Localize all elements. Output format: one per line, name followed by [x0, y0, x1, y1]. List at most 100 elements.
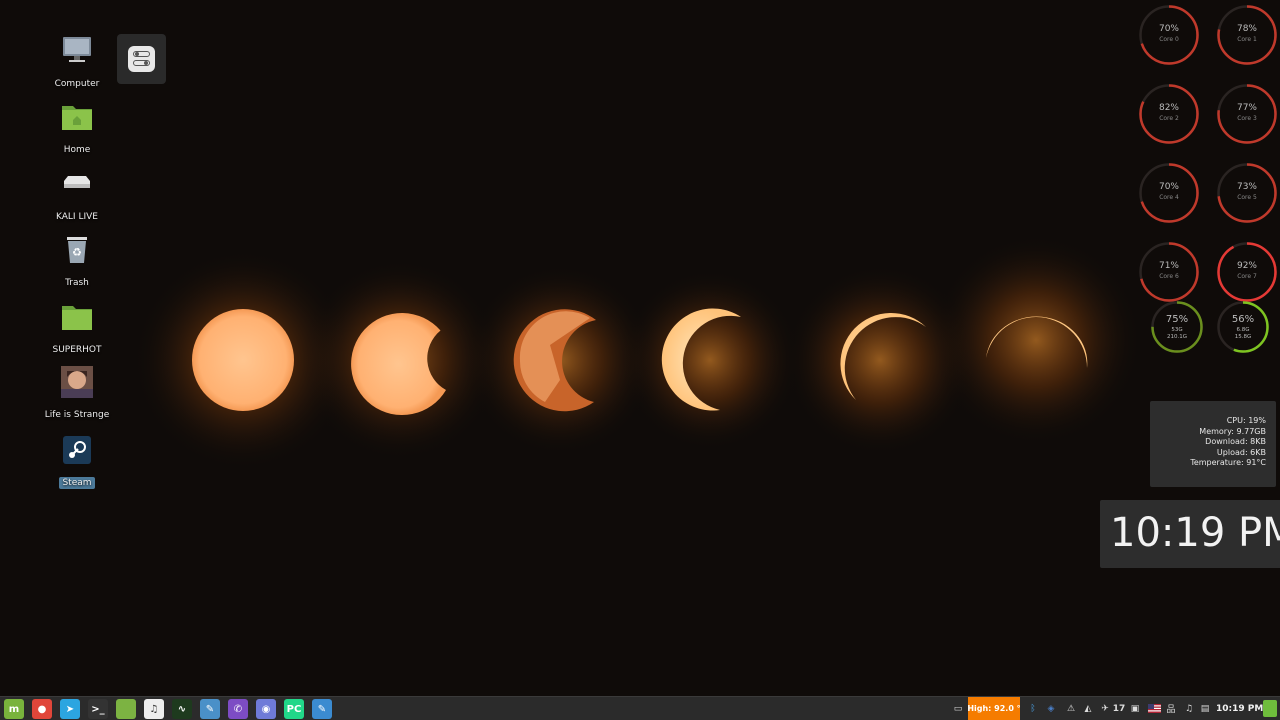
- desktop-icon-life-is-strange[interactable]: Life is Strange: [41, 365, 113, 421]
- gauge-ring: [1217, 242, 1277, 302]
- text-editor-icon[interactable]: ✎: [200, 699, 220, 719]
- gauge-percent: 82%: [1158, 103, 1179, 113]
- gauge-label: Core 6: [1159, 273, 1179, 280]
- gauge-percent: 71%: [1158, 261, 1179, 271]
- stat-upload: Upload: 6KB: [1216, 447, 1266, 457]
- stat-memory: Memory: 9.77GB: [1199, 426, 1266, 436]
- desktop-icon-label: KALI LIVE: [56, 212, 98, 222]
- computer-icon: [60, 34, 94, 68]
- disk-used: 53G: [1171, 327, 1183, 333]
- sound-icon[interactable]: ♫: [1182, 697, 1196, 720]
- stat-download: Download: 8KB: [1205, 437, 1266, 447]
- gauge-label: Core 1: [1237, 36, 1257, 43]
- core-gauge: 82% Core 2: [1138, 83, 1200, 145]
- bluetooth-icon[interactable]: ᛒ: [1026, 697, 1040, 720]
- trash-icon: ♻: [60, 233, 94, 267]
- pin-icon[interactable]: ✈: [1098, 697, 1112, 720]
- desktop-icon-label: SUPERHOT: [52, 345, 102, 355]
- chrome-icon[interactable]: ●: [32, 699, 52, 719]
- gauge-percent: 75%: [1165, 314, 1189, 325]
- gauge-label: Core 4: [1159, 194, 1179, 201]
- gauge-percent: 77%: [1236, 103, 1257, 113]
- toggle-switch-icon: [128, 46, 155, 72]
- stat-cpu: CPU: 19%: [1226, 416, 1266, 425]
- desktop-icon-label: Home: [63, 145, 91, 155]
- system-stats-panel: CPU: 19% Memory: 9.77GB Download: 8KB Up…: [1150, 401, 1276, 487]
- desktop-icon-home[interactable]: Home: [41, 100, 113, 156]
- steam-icon: [60, 433, 94, 467]
- gauge-label: Core 5: [1237, 194, 1257, 201]
- desktop-icon-label: Steam: [59, 477, 95, 489]
- notification-count[interactable]: 17: [1112, 697, 1126, 720]
- disk-gauge: 75% 53G 210.1G: [1150, 300, 1204, 354]
- gauge-ring: [1217, 84, 1277, 144]
- warning-icon[interactable]: ⚠: [1064, 697, 1078, 720]
- mint-menu-icon[interactable]: m: [4, 699, 24, 719]
- taskbar-clock[interactable]: 10:19 PM: [1216, 697, 1263, 720]
- telegram-icon[interactable]: ➤: [60, 699, 80, 719]
- clock-widget: 10:19 PM: [1100, 500, 1280, 568]
- gauge-percent: 92%: [1236, 261, 1257, 271]
- gauge-percent: 56%: [1231, 314, 1255, 325]
- core-gauge: 73% Core 5: [1216, 162, 1278, 224]
- gauge-label: Core 2: [1159, 115, 1179, 122]
- desktop-icon-superhot[interactable]: SUPERHOT: [41, 300, 113, 356]
- eclipse-wallpaper: [0, 0, 1280, 696]
- core-gauge: 70% Core 0: [1138, 4, 1200, 66]
- stat-temperature: Temperature: 91°C: [1190, 458, 1266, 468]
- gauge-percent: 70%: [1158, 24, 1179, 34]
- desktop-icon-computer[interactable]: Computer: [41, 34, 113, 90]
- discord-icon[interactable]: ◉: [256, 699, 276, 719]
- drive-icon: [60, 167, 94, 201]
- files-icon[interactable]: [116, 699, 136, 719]
- desktop-icon-label: Trash: [65, 278, 89, 288]
- keyboard-layout-flag-icon[interactable]: [1146, 697, 1162, 720]
- svg-text:♻: ♻: [72, 246, 82, 259]
- music-icon[interactable]: ♫: [144, 699, 164, 719]
- system-monitor-icon[interactable]: ∿: [172, 699, 192, 719]
- disk-total: 15.8G: [1234, 334, 1252, 340]
- notes-icon[interactable]: ▤: [1198, 697, 1212, 720]
- show-desktop-button[interactable]: [1263, 700, 1277, 717]
- game-cover-icon: [60, 365, 94, 399]
- desktop-icon-kali-live[interactable]: KALI LIVE: [41, 167, 113, 223]
- core-gauge: 77% Core 3: [1216, 83, 1278, 145]
- disk-used: 6.8G: [1236, 327, 1250, 333]
- shield-icon[interactable]: ◈: [1044, 697, 1058, 720]
- taskbar: m ● ➤ >_ ♫ ∿ ✎ ✆ ◉ PC ✎ ▭ High: 92.0 ° ᛒ ◈ ⚠ ◭ ✈ 1…: [0, 696, 1280, 720]
- gauge-percent: 73%: [1236, 182, 1257, 192]
- clock-time: 10:19 PM: [1110, 510, 1280, 556]
- desktop-icon-steam[interactable]: Steam: [41, 433, 113, 489]
- gauge-arc: [1217, 242, 1277, 302]
- pycharm-icon[interactable]: PC: [284, 699, 304, 719]
- screen-icon[interactable]: ▭: [950, 697, 966, 720]
- gauge-percent: 78%: [1236, 24, 1257, 34]
- gauge-ring: [1139, 84, 1199, 144]
- gauge-label: Core 3: [1237, 115, 1257, 122]
- core-gauge: 70% Core 4: [1138, 162, 1200, 224]
- disk-total: 210.1G: [1166, 334, 1187, 340]
- nvidia-icon[interactable]: ◭: [1080, 697, 1096, 720]
- gauge-ring: [1217, 163, 1277, 223]
- folder-icon: [60, 300, 94, 334]
- desktop-icon-trash[interactable]: ♻ Trash: [41, 233, 113, 289]
- gauge-ring: [1139, 5, 1199, 65]
- core-gauge: 92% Core 7: [1216, 241, 1278, 303]
- temperature-alert[interactable]: High: 92.0 °: [967, 697, 1021, 720]
- terminal-icon[interactable]: >_: [88, 699, 108, 719]
- viber-icon[interactable]: ✆: [228, 699, 248, 719]
- disk-gauge: 56% 6.8G 15.8G: [1216, 300, 1270, 354]
- editor-icon[interactable]: ✎: [312, 699, 332, 719]
- home-folder-icon: [60, 100, 94, 134]
- settings-toggle-button[interactable]: [117, 34, 166, 84]
- clipboard-icon[interactable]: ▣: [1128, 697, 1142, 720]
- gauge-label: Core 7: [1237, 273, 1257, 280]
- core-gauge: 78% Core 1: [1216, 4, 1278, 66]
- desktop-icon-label: Life is Strange: [44, 410, 110, 420]
- network-icon[interactable]: 品: [1164, 697, 1178, 720]
- core-gauge: 71% Core 6: [1138, 241, 1200, 303]
- gauge-ring: [1217, 5, 1277, 65]
- desktop-icon-label: Computer: [54, 79, 100, 89]
- gauge-label: Core 0: [1159, 36, 1179, 43]
- gauge-percent: 70%: [1158, 182, 1179, 192]
